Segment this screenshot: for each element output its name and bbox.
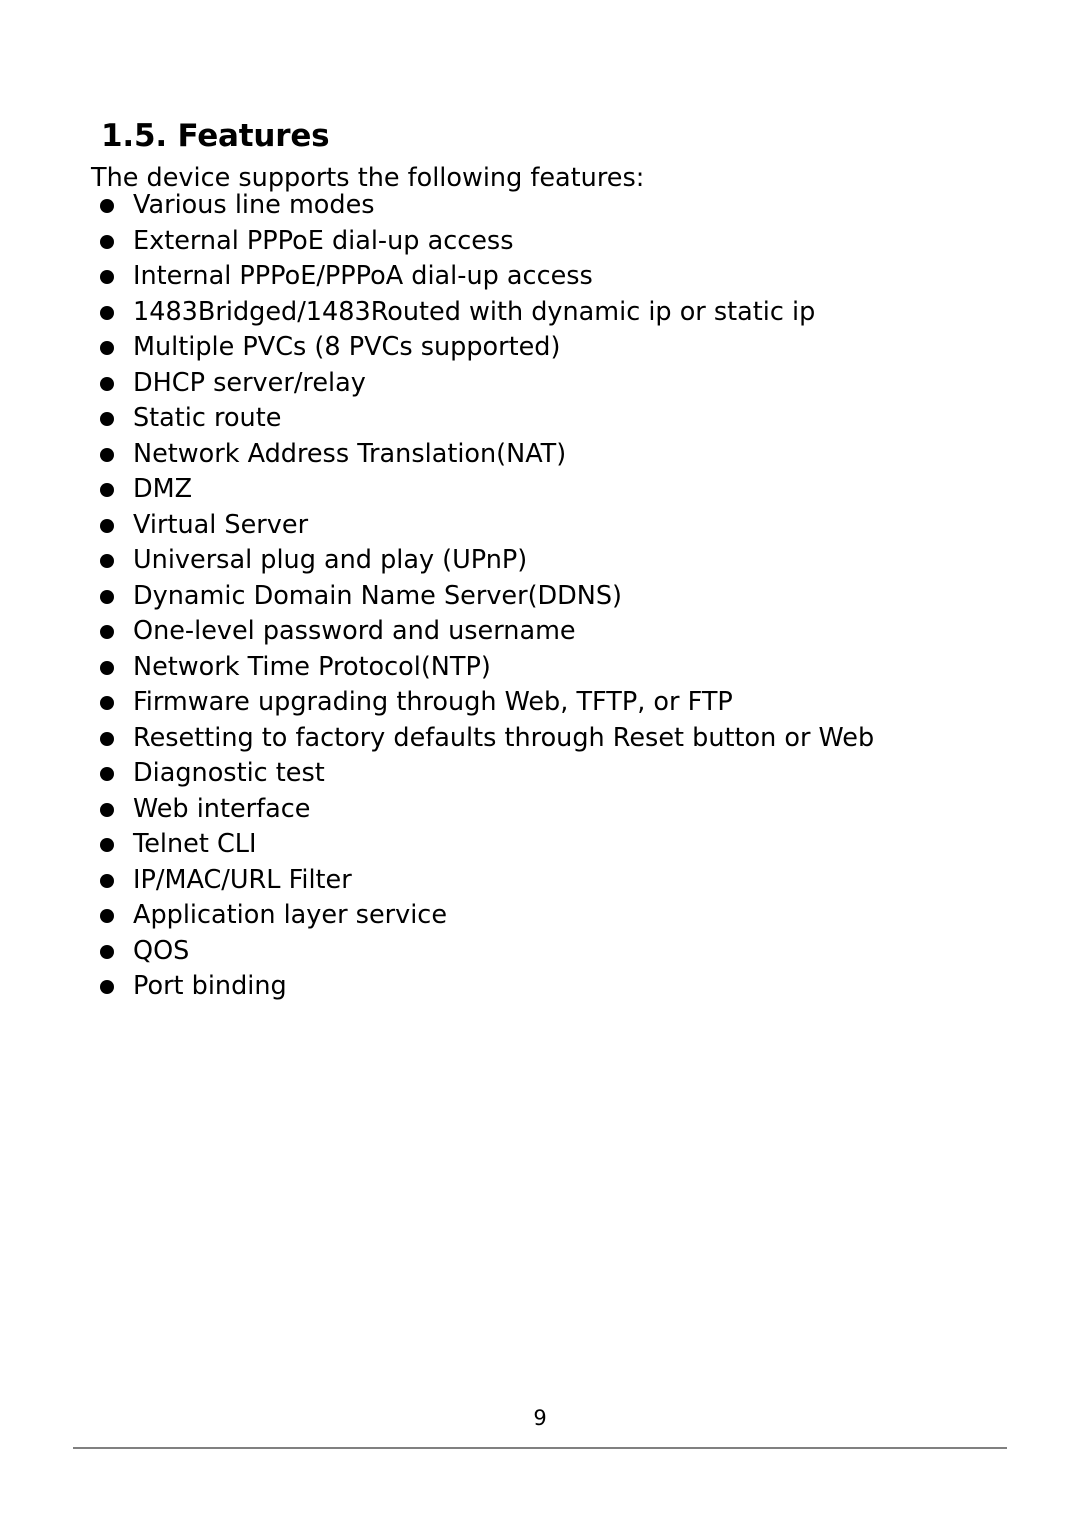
- list-item: Universal plug and play (UPnP): [0, 543, 1080, 579]
- list-item-label: One-level password and username: [133, 616, 576, 646]
- bullet-icon: [100, 447, 114, 462]
- bullet-icon: [100, 980, 114, 994]
- list-item: DHCP server/relay: [0, 366, 1080, 402]
- list-item-label: Network Address Translation(NAT): [133, 438, 567, 469]
- list-item-label: Various line modes: [133, 190, 375, 220]
- bullet-icon: [100, 412, 114, 426]
- footer-divider: [73, 1447, 1007, 1449]
- bullet-icon: [100, 199, 114, 213]
- bullet-icon: [100, 554, 114, 568]
- list-item-label: Internal PPPoE/PPPoA dial-up access: [133, 261, 593, 291]
- list-item-label: 1483Bridged/1483Routed with dynamic ip o…: [133, 296, 816, 327]
- list-item: Dynamic Domain Name Server(DDNS): [0, 579, 1080, 615]
- bullet-icon: [100, 270, 114, 284]
- list-item: Network Time Protocol(NTP): [0, 650, 1080, 686]
- bullet-icon: [100, 696, 114, 710]
- list-item: Telnet CLI: [0, 827, 1080, 863]
- list-item-label: Static route: [133, 403, 282, 433]
- bullet-icon: [100, 731, 114, 746]
- bullet-icon: [100, 518, 114, 533]
- list-item-label: Virtual Server: [133, 509, 309, 540]
- bullet-icon: [100, 305, 114, 320]
- bullet-icon: [100, 483, 114, 497]
- bullet-icon: [100, 341, 114, 355]
- list-item-label: QOS: [133, 935, 190, 966]
- list-item: One-level password and username: [0, 614, 1080, 650]
- page-title: 1.5. Features: [101, 117, 330, 154]
- bullet-icon: [100, 767, 114, 781]
- list-item: Static route: [0, 401, 1080, 437]
- bullet-icon: [100, 802, 114, 817]
- list-item-label: Firmware upgrading through Web, TFTP, or…: [133, 687, 733, 717]
- list-item: Diagnostic test: [0, 756, 1080, 792]
- bullet-icon: [100, 944, 114, 959]
- document-page: 1.5. Features The device supports the fo…: [0, 0, 1080, 1527]
- list-item-label: Universal plug and play (UPnP): [133, 545, 528, 575]
- list-item-label: Multiple PVCs (8 PVCs supported): [133, 332, 561, 362]
- bullet-icon: [100, 376, 114, 391]
- list-item-label: Diagnostic test: [133, 758, 325, 788]
- list-item: Internal PPPoE/PPPoA dial-up access: [0, 259, 1080, 295]
- bullet-icon: [100, 909, 114, 923]
- list-item-label: External PPPoE dial-up access: [133, 225, 514, 256]
- list-item: Application layer service: [0, 898, 1080, 934]
- bullet-icon: [100, 838, 114, 852]
- bullet-icon: [100, 234, 114, 249]
- list-item: Port binding: [0, 969, 1080, 1005]
- list-item: Virtual Server: [0, 508, 1080, 544]
- list-item-label: Web interface: [133, 793, 311, 824]
- list-item: Multiple PVCs (8 PVCs supported): [0, 330, 1080, 366]
- list-item-label: IP/MAC/URL Filter: [133, 864, 352, 895]
- list-item: External PPPoE dial-up access: [0, 224, 1080, 260]
- list-item-label: Port binding: [133, 971, 287, 1001]
- page-footer: 9: [0, 1404, 1080, 1464]
- bullet-icon: [100, 625, 114, 639]
- list-item: Resetting to factory defaults through Re…: [0, 721, 1080, 757]
- list-item-label: Application layer service: [133, 900, 448, 930]
- list-item-label: DMZ: [133, 474, 193, 504]
- bullet-icon: [100, 873, 114, 888]
- list-item: Firmware upgrading through Web, TFTP, or…: [0, 685, 1080, 721]
- list-item: Various line modes: [0, 188, 1080, 224]
- list-item: QOS: [0, 934, 1080, 970]
- bullet-icon: [100, 589, 114, 604]
- list-item: DMZ: [0, 472, 1080, 508]
- bullet-icon: [100, 660, 114, 675]
- list-item-label: Dynamic Domain Name Server(DDNS): [133, 580, 623, 611]
- list-item-label: DHCP server/relay: [133, 367, 366, 398]
- page-number: 9: [533, 1406, 547, 1430]
- list-item: Web interface: [0, 792, 1080, 828]
- list-item-label: Resetting to factory defaults through Re…: [133, 722, 875, 753]
- list-item-label: Network Time Protocol(NTP): [133, 651, 491, 682]
- list-item: Network Address Translation(NAT): [0, 437, 1080, 473]
- list-item: IP/MAC/URL Filter: [0, 863, 1080, 899]
- list-item-label: Telnet CLI: [133, 829, 257, 859]
- feature-list: Various line modes External PPPoE dial-up…: [0, 188, 1080, 1005]
- list-item: 1483Bridged/1483Routed with dynamic ip o…: [0, 295, 1080, 331]
